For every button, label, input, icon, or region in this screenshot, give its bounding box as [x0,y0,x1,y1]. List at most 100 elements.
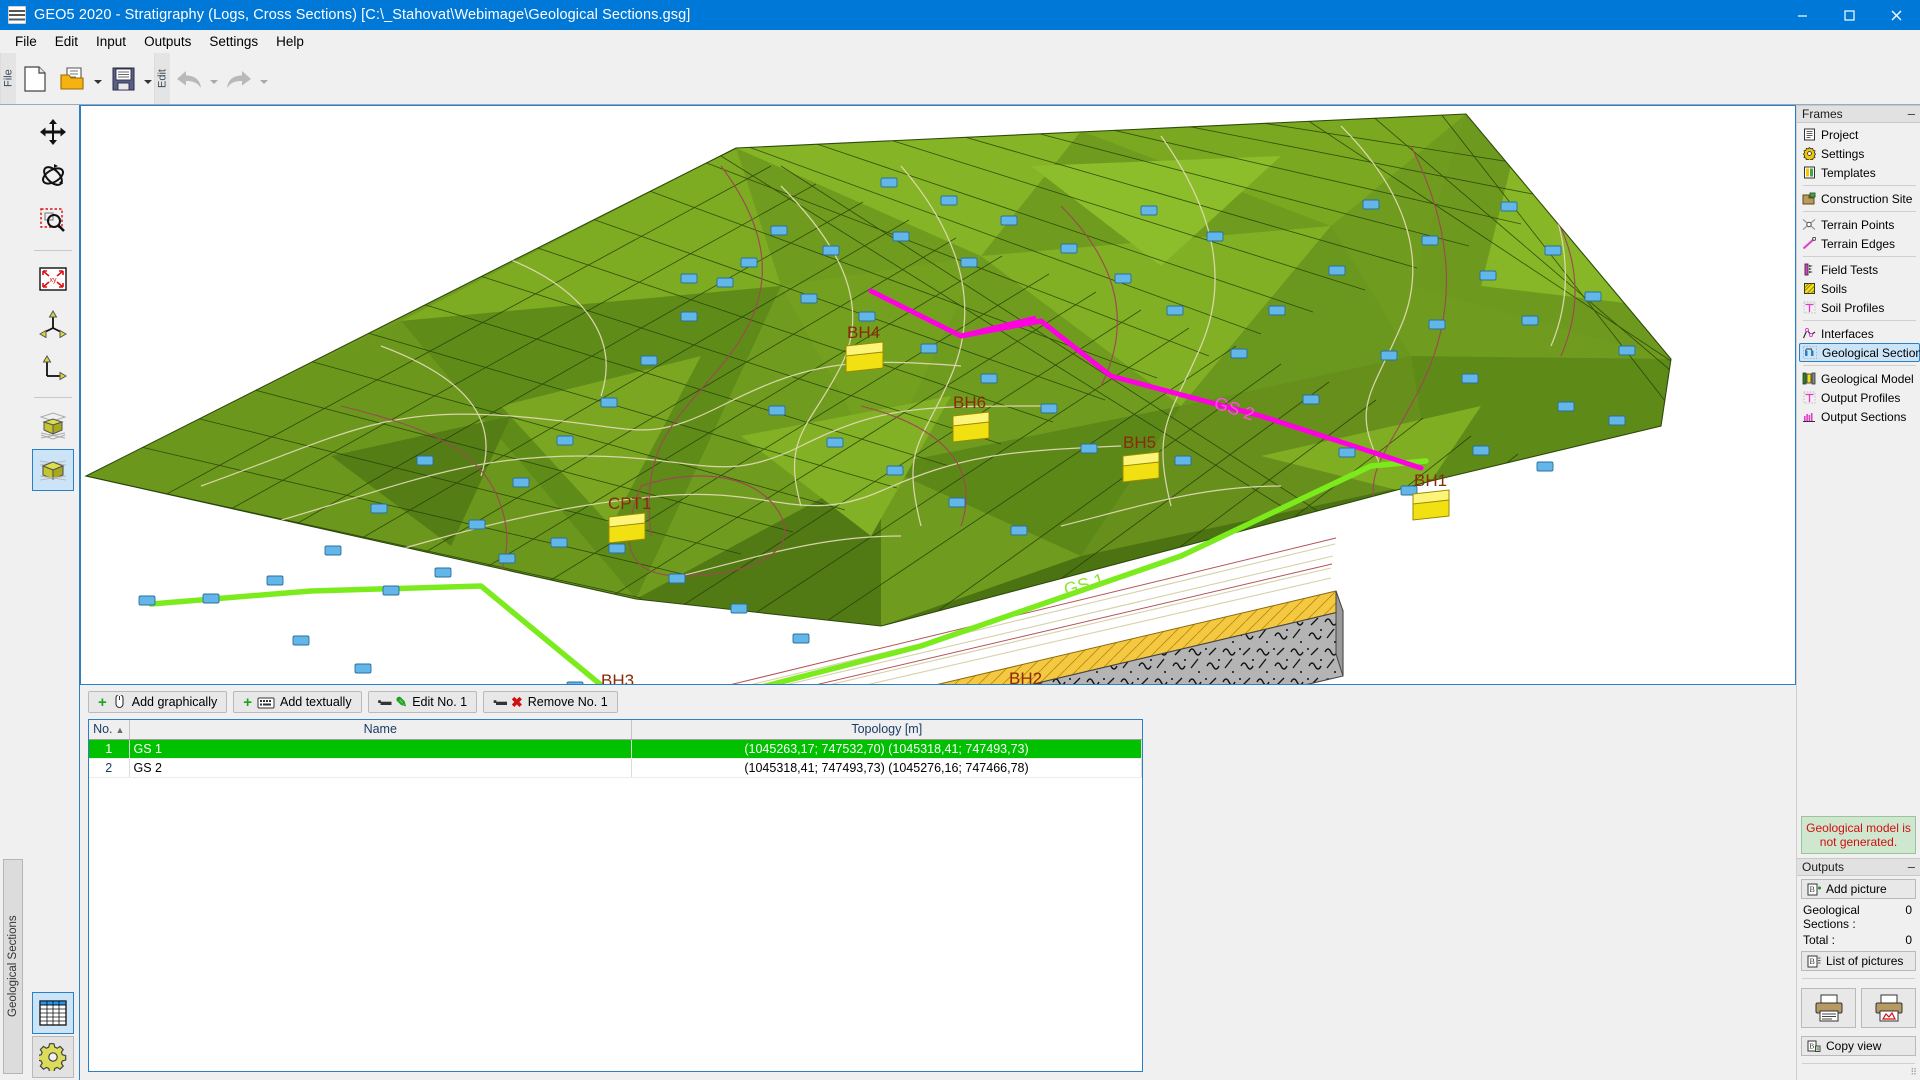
frame-item-construction-site[interactable]: Construction Site [1799,189,1920,208]
undo-dropdown[interactable] [208,58,220,100]
column-header-topology[interactable]: Topology [m] [631,720,1142,740]
table-view-tool-button[interactable] [31,992,74,1034]
construction-site-icon [1802,192,1816,206]
panel-resize-grip[interactable]: ⠿ [1797,1067,1920,1080]
status-note-line2: not generated. [1819,835,1898,849]
zoom-all-tool-button[interactable]: xy [32,258,74,300]
zoom-all-icon: xy [38,267,67,291]
new-file-button[interactable] [16,58,54,100]
left-tab-strip: Geological Sections [0,105,26,1080]
frame-item-label: Soil Profiles [1821,300,1885,315]
frame-item-terrain-edges[interactable]: Terrain Edges [1799,234,1920,253]
outputs-minimize-button[interactable]: – [1908,860,1915,873]
add-graphically-button[interactable]: + Add graphically [88,691,228,713]
svg-text:BH5: BH5 [1123,433,1156,452]
frame-item-soils[interactable]: Soils [1799,279,1920,298]
terrain-3d-render: BH4 BH6 BH5 BH1 CPT1 BH2 BH3 GS 1 GS 2 [84,113,1672,684]
output-sections-icon [1802,410,1816,424]
frame-item-field-tests[interactable]: Field Tests [1799,260,1920,279]
remove-button[interactable]: ▪▬ ✖ Remove No. 1 [483,691,618,713]
frame-item-templates[interactable]: Templates [1799,163,1920,182]
solid-box-tool-button[interactable] [31,449,74,491]
cell-no: 1 [89,739,130,759]
toolbar-group-file [16,53,154,104]
frames-minimize-button[interactable]: – [1908,107,1915,120]
frame-item-interfaces[interactable]: Interfaces [1799,324,1920,343]
output-count-value: 0 [1905,903,1912,917]
list-of-pictures-button[interactable]: B List of pictures [1801,951,1916,971]
minimize-button[interactable] [1779,0,1826,30]
frame-item-project[interactable]: Project [1799,125,1920,144]
save-file-button[interactable] [104,58,142,100]
frame-item-geological-sections[interactable]: Geological Sections [1799,343,1920,362]
frame-item-label: Templates [1821,165,1876,180]
frames-separator [1803,320,1916,321]
wireframe-box-tool-button[interactable] [32,405,74,447]
table-row[interactable]: 1 GS 1 (1045263,17; 747532,70) (1045318,… [89,739,1142,759]
frame-item-settings[interactable]: Settings [1799,144,1920,163]
plus-icon: + [98,693,107,711]
borehole-BH4: BH4 [845,323,884,373]
add-textually-button[interactable]: + Add textually [233,691,362,713]
axonometry-tool-button[interactable] [32,302,74,344]
table-row[interactable]: 2 GS 2 (1045318,41; 747493,73) (1045276,… [89,758,1142,778]
output-count-label: Total : [1803,933,1836,947]
menu-item-settings[interactable]: Settings [200,31,267,52]
app-icon [8,6,26,24]
output-profiles-icon [1802,391,1816,405]
field-tests-icon [1802,263,1816,277]
svg-text:xy: xy [49,277,57,284]
left-tab-geological-sections[interactable]: Geological Sections [3,859,23,1074]
new-file-icon [24,65,46,92]
copy-view-button[interactable]: B Copy view [1801,1036,1916,1056]
geological-sections-table[interactable]: No. ▲ Name Topology [m] 1 GS 1 (1045263,1… [88,719,1143,1072]
edit-button[interactable]: ▪▬ ✎ Edit No. 1 [367,691,478,713]
gear-icon [1802,147,1816,161]
table-header-row: No. ▲ Name Topology [m] [89,720,1142,740]
output-count-value: 0 [1905,933,1912,947]
frame-item-soil-profiles[interactable]: Soil Profiles [1799,298,1920,317]
view-settings-tool-button[interactable] [31,1036,74,1078]
viewport-3d[interactable]: BH4 BH6 BH5 BH1 CPT1 BH2 BH3 GS 1 GS 2 [80,105,1796,685]
terrain-surface [84,113,1672,627]
frames-separator [1803,211,1916,212]
undo-button[interactable] [170,58,208,100]
frame-item-label: Soils [1821,281,1848,296]
plan-view-tool-button[interactable] [32,346,74,388]
frame-item-geological-model[interactable]: Geological Model [1799,369,1920,388]
cell-name: GS 1 [129,739,632,759]
menu-item-file[interactable]: File [6,31,46,52]
pan-tool-button[interactable] [32,111,74,153]
rotate-tool-button[interactable] [32,155,74,197]
close-button[interactable] [1873,0,1920,30]
menu-item-input[interactable]: Input [87,31,135,52]
menu-item-edit[interactable]: Edit [46,31,87,52]
frames-separator [1803,256,1916,257]
outputs-bottom-separator [1802,1063,1915,1064]
maximize-button[interactable] [1826,0,1873,30]
status-note-line1: Geological model is [1806,821,1911,835]
outputs-title: Outputs [1802,860,1845,874]
frame-item-output-profiles[interactable]: Output Profiles [1799,388,1920,407]
print-document-button[interactable] [1801,988,1856,1028]
svg-text:B: B [1810,957,1815,966]
frame-item-output-sections[interactable]: Output Sections [1799,407,1920,426]
add-picture-button[interactable]: B Add picture [1801,879,1916,899]
cell-name: GS 2 [129,758,632,778]
redo-button[interactable] [220,58,258,100]
zoom-window-tool-button[interactable] [32,199,74,241]
save-file-dropdown[interactable] [142,58,154,100]
column-header-name[interactable]: Name [129,720,632,740]
frames-panel-header: Frames – [1797,105,1920,123]
menu-item-help[interactable]: Help [267,31,313,52]
right-panel: Frames – Project Settings Templates Cons… [1796,105,1920,1080]
frame-item-terrain-points[interactable]: Terrain Points [1799,215,1920,234]
document-icon [1802,128,1816,142]
open-file-dropdown[interactable] [92,58,104,100]
output-count-geological-sections: Geological Sections : 0 [1797,902,1920,932]
column-header-no[interactable]: No. ▲ [89,720,130,740]
print-picture-button[interactable] [1861,988,1916,1028]
menu-item-outputs[interactable]: Outputs [135,31,200,52]
redo-dropdown[interactable] [258,58,270,100]
open-file-button[interactable] [54,58,92,100]
